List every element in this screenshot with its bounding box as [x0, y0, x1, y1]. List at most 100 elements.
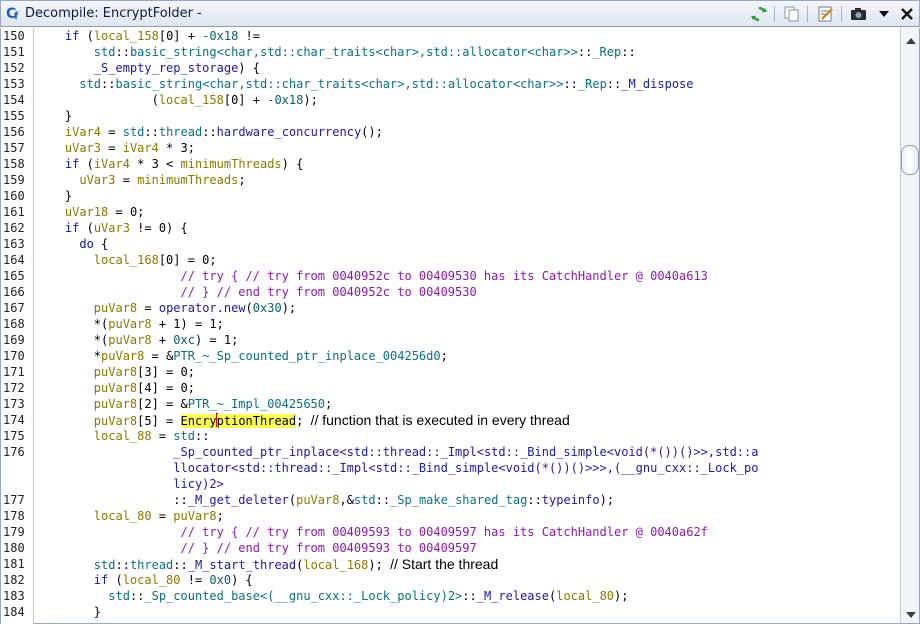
code-token[interactable]: ;	[238, 173, 245, 187]
code-line[interactable]: *(puVar8 + 1) = 1;	[36, 316, 224, 332]
code-token[interactable]: * 3;	[159, 141, 195, 155]
code-token[interactable]	[36, 397, 94, 411]
code-line[interactable]: }	[36, 108, 72, 124]
code-token[interactable]: [5] =	[137, 414, 180, 428]
code-token[interactable]: ::	[115, 558, 129, 572]
code-line[interactable]: uVar3 = iVar4 * 3;	[36, 140, 195, 156]
code-token[interactable]: _M_get_deleter	[188, 493, 289, 507]
code-comment[interactable]: // } // end try from 0040952c to 0040953…	[181, 285, 477, 299]
code-token[interactable]: != 0) {	[130, 221, 188, 235]
code-token[interactable]: _Rep	[592, 45, 621, 59]
code-token[interactable]	[36, 381, 94, 395]
close-icon[interactable]	[897, 5, 917, 23]
code-token[interactable]: uVar3	[79, 173, 115, 187]
code-token[interactable]: local_80	[556, 589, 614, 603]
code-token[interactable]: std	[173, 429, 195, 443]
code-token[interactable]: std	[354, 493, 376, 507]
code-token[interactable]: PTR_~_Sp_counted_ptr_inplace_004256d0	[173, 349, 440, 363]
code-comment[interactable]: // try { // try from 00409593 to 0040959…	[181, 525, 708, 539]
code-token[interactable]	[36, 509, 94, 523]
code-token[interactable]	[36, 461, 173, 475]
code-token[interactable]	[36, 205, 65, 219]
code-line[interactable]: _Sp_counted_ptr_inplace<std::thread::_Im…	[36, 444, 758, 460]
code-line[interactable]: puVar8[4] = 0;	[36, 380, 195, 396]
code-token[interactable]	[36, 589, 108, 603]
code-line[interactable]: *(puVar8 + 0xc) = 1;	[36, 332, 239, 348]
code-token[interactable]: ::	[462, 589, 476, 603]
code-token[interactable]: [3] = 0;	[137, 365, 195, 379]
code-token[interactable]: !=	[238, 29, 260, 43]
code-token[interactable]: (	[36, 93, 159, 107]
code-token[interactable]: puVar8	[94, 397, 137, 411]
code-line[interactable]: if (uVar3 != 0) {	[36, 220, 188, 236]
code-token[interactable]: ::	[130, 589, 144, 603]
code-token[interactable]: ::	[36, 493, 187, 507]
code-token[interactable]: 0xc	[173, 333, 195, 347]
code-token[interactable]: puVar8	[94, 365, 137, 379]
vertical-scrollbar[interactable]	[900, 28, 920, 624]
code-token[interactable]: ;	[325, 397, 332, 411]
code-token[interactable]: =	[152, 509, 174, 523]
code-token[interactable]	[36, 541, 181, 555]
code-token[interactable]: iVar4	[94, 157, 130, 171]
code-token[interactable]: 0x0	[209, 573, 231, 587]
code-token[interactable]: );	[303, 93, 317, 107]
code-token[interactable]: =	[101, 141, 123, 155]
code-token[interactable]: [0] +	[224, 93, 267, 107]
code-line[interactable]: // try { // try from 00409593 to 0040959…	[36, 524, 708, 540]
code-token[interactable]: *	[36, 349, 101, 363]
code-token[interactable]: operator.new	[159, 301, 246, 315]
code-token[interactable]: =	[115, 173, 137, 187]
code-token[interactable]: }	[36, 109, 72, 123]
code-token[interactable]: typeinfo	[542, 493, 600, 507]
code-token[interactable]: +	[152, 333, 174, 347]
code-token[interactable]: ) = 1;	[195, 333, 238, 347]
code-token[interactable]: ) {	[238, 61, 260, 75]
code-token[interactable]: uVar3	[65, 141, 101, 155]
code-line[interactable]: puVar8[5] = EncryptionThread; // functio…	[36, 412, 570, 428]
code-token[interactable]: hardware_concurrency	[217, 125, 362, 139]
code-token[interactable]: _Sp_counted_ptr_inplace<std::thread::_Im…	[173, 445, 758, 459]
code-token[interactable]: ,&	[339, 493, 353, 507]
code-token[interactable]: (	[79, 221, 94, 235]
code-token[interactable]: [4] = 0;	[137, 381, 195, 395]
code-token[interactable]	[36, 269, 181, 283]
code-token[interactable]: ::	[607, 77, 621, 91]
code-token[interactable]: if	[94, 573, 108, 587]
code-token[interactable]	[36, 301, 94, 315]
code-token[interactable]: ::	[195, 429, 209, 443]
code-token[interactable]	[36, 125, 65, 139]
code-token[interactable]: _Rep	[578, 77, 607, 91]
code-token[interactable]	[36, 237, 79, 251]
code-token[interactable]: (	[79, 29, 94, 43]
menu-dropdown-icon[interactable]	[874, 5, 894, 23]
code-token[interactable]: std	[94, 558, 116, 572]
code-line[interactable]: local_88 = std::	[36, 428, 210, 444]
code-token[interactable]: minimumThreads	[181, 157, 282, 171]
code-line[interactable]: ::_M_get_deleter(puVar8,&std::_Sp_make_s…	[36, 492, 614, 508]
code-line[interactable]: // try { // try from 0040952c to 0040953…	[36, 268, 708, 284]
code-token[interactable]: if	[65, 157, 79, 171]
code-token[interactable]	[36, 29, 65, 43]
code-token[interactable]: if	[65, 221, 79, 235]
code-token[interactable]: licy)2>	[173, 477, 224, 491]
code-token[interactable]: );	[600, 493, 614, 507]
code-token[interactable]: (	[79, 157, 94, 171]
code-token[interactable]: ;	[296, 414, 310, 428]
code-token[interactable]: }	[36, 605, 101, 619]
code-token[interactable]: ::	[376, 493, 390, 507]
decompiler-editor[interactable]: 150 151 152 153 154 155 156 157 158 159 160 161 162 1…	[0, 28, 900, 624]
code-comment[interactable]: // try { // try from 0040952c to 0040953…	[181, 269, 708, 283]
code-line[interactable]: // } // end try from 0040952c to 0040953…	[36, 284, 477, 300]
code-token[interactable]	[36, 414, 94, 428]
code-token[interactable]: local_158	[94, 29, 159, 43]
code-token[interactable]: =	[152, 429, 174, 443]
code-token[interactable]: -0x18	[202, 29, 238, 43]
code-token[interactable]: =	[101, 125, 123, 139]
code-token[interactable]: puVar8	[108, 317, 151, 331]
code-line[interactable]: if (local_158[0] + -0x18 !=	[36, 28, 260, 44]
code-token[interactable]: local_158	[159, 93, 224, 107]
code-token[interactable]: puVar8	[108, 333, 151, 347]
code-token[interactable]: [2] = &	[137, 397, 188, 411]
user-comment[interactable]: // function that is executed in every th…	[311, 412, 570, 428]
